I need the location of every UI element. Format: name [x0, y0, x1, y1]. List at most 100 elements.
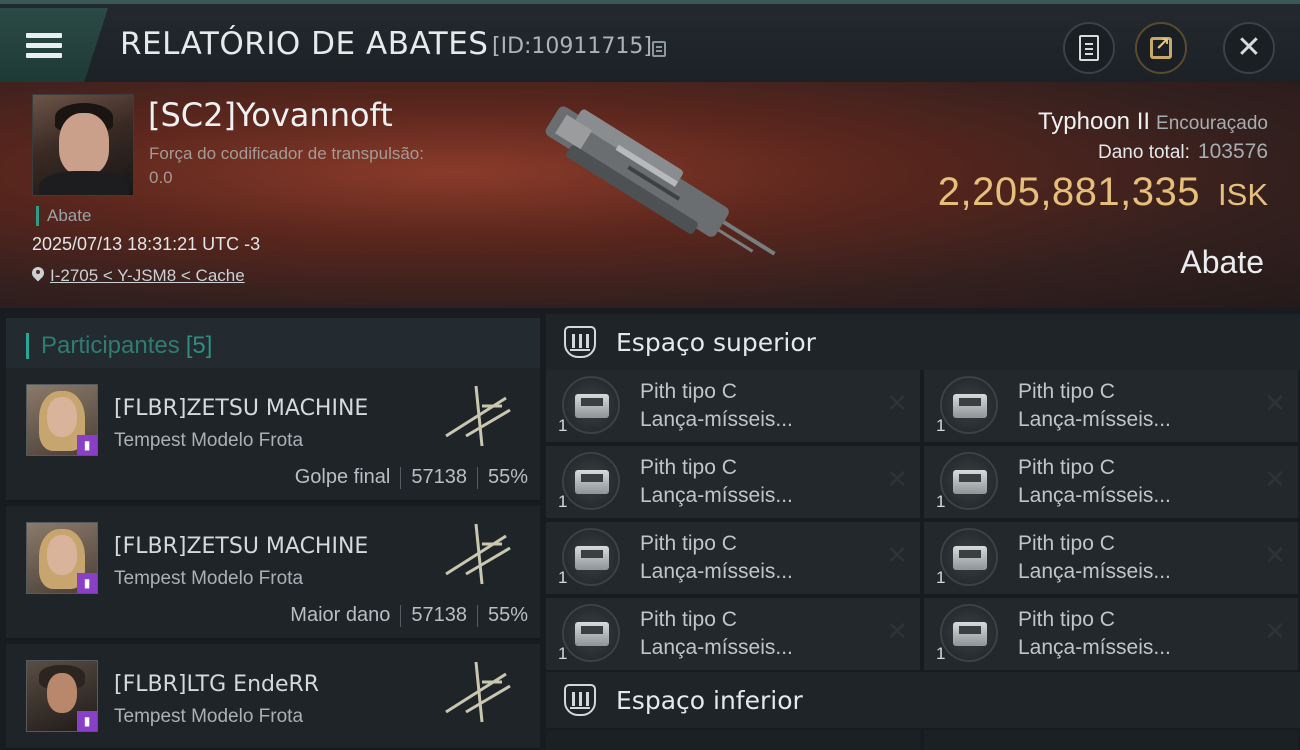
module-slot[interactable]: 1 Pith tipo C Lança-mísseis... ✕	[924, 598, 1298, 670]
close-icon: ✕	[1236, 31, 1262, 64]
module-name: Pith tipo C	[1018, 456, 1115, 479]
module-name: Pith tipo C	[640, 380, 737, 403]
damage-total: Dano total: 103576	[1098, 140, 1268, 164]
participant-ship: Tempest Modelo Frota	[114, 430, 304, 451]
x-icon: ✕	[886, 540, 908, 570]
module-icon	[940, 528, 998, 586]
share-button[interactable]	[1135, 22, 1187, 74]
participant-avatar[interactable]: ▮	[26, 384, 98, 456]
module-name: Pith tipo C	[640, 608, 737, 631]
module-qty: 1	[936, 644, 946, 663]
module-slot[interactable]: 1 Pith tipo C Lança-mísseis... ✕	[924, 522, 1298, 594]
location-link[interactable]: I-2705 < Y-JSM8 < Cache	[50, 266, 245, 285]
module-slot[interactable]	[546, 730, 920, 750]
module-icon	[562, 528, 620, 586]
participant-damage: 57138	[411, 466, 467, 488]
module-slot[interactable]: 1 Pith tipo C Lança-mísseis... ✕	[924, 370, 1298, 442]
module-name: Pith tipo C	[640, 456, 737, 479]
isk-value: 2,205,881,335	[937, 170, 1201, 214]
participant-card[interactable]: ▮ [FLBR]ZETSU MACHINE Tempest Modelo Fro…	[6, 506, 540, 640]
x-icon: ✕	[886, 464, 908, 494]
copy-icon[interactable]	[652, 41, 666, 57]
module-icon	[562, 452, 620, 510]
module-icon	[940, 604, 998, 662]
module-icon	[562, 604, 620, 662]
shield-slot-icon	[564, 684, 596, 716]
module-qty: 1	[936, 492, 946, 511]
report-id: [ID:10911715]	[492, 34, 652, 59]
header-bar: RELATÓRIO DE ABATES [ID:10911715] ✕	[0, 0, 1300, 82]
close-button[interactable]: ✕	[1223, 22, 1275, 74]
rank-badge-icon: ▮	[77, 435, 97, 455]
damage-value: 103576	[1197, 140, 1268, 163]
battleship-image	[545, 106, 776, 256]
transpulse-label: Força do codificador de transpulsão:	[149, 144, 424, 163]
module-type: Lança-mísseis...	[640, 408, 793, 431]
module-icon	[940, 376, 998, 434]
participant-name: [FLBR]LTG EndeRR	[114, 672, 320, 697]
module-slot[interactable]: 1 Pith tipo C Lança-mísseis... ✕	[546, 370, 920, 442]
module-name: Pith tipo C	[640, 532, 737, 555]
participant-name: [FLBR]ZETSU MACHINE	[114, 534, 369, 559]
module-name: Pith tipo C	[1018, 608, 1115, 631]
module-type: Lança-mísseis...	[640, 484, 793, 507]
participant-card[interactable]: ▮ [FLBR]ZETSU MACHINE Tempest Modelo Fro…	[6, 368, 540, 502]
transpulse-value: 0.0	[149, 168, 173, 187]
clipboard-button[interactable]	[1063, 22, 1115, 74]
participant-name: [FLBR]ZETSU MACHINE	[114, 396, 369, 421]
module-slot[interactable]: 1 Pith tipo C Lança-mísseis... ✕	[546, 522, 920, 594]
upper-slots-header: Espaço superior	[546, 314, 1300, 370]
module-icon	[562, 376, 620, 434]
ship-icon	[445, 523, 511, 585]
module-qty: 1	[558, 644, 568, 663]
upper-slots-title: Espaço superior	[616, 327, 816, 357]
isk-loss: 2,205,881,335 ISK	[938, 170, 1268, 215]
module-qty: 1	[936, 568, 946, 587]
participant-ship: Tempest Modelo Frota	[114, 706, 304, 727]
victim-ship[interactable]: Typhoon II Encouraçado	[1038, 108, 1268, 136]
module-slot[interactable]: 1 Pith tipo C Lança-mísseis... ✕	[546, 598, 920, 670]
participant-stats: Golpe final 57138 55%	[295, 466, 528, 489]
victim-portrait[interactable]	[32, 94, 134, 196]
module-icon	[940, 452, 998, 510]
participant-damage: 57138	[411, 604, 467, 626]
lower-slots-header: Espaço inferior	[546, 672, 1300, 728]
ship-icon	[445, 385, 511, 447]
ship-class: Encouraçado	[1156, 113, 1268, 134]
fitting-panel: Espaço superior 1 Pith tipo C Lança-míss…	[540, 308, 1300, 750]
participant-ship: Tempest Modelo Frota	[114, 568, 304, 589]
participant-role: Maior dano	[290, 604, 391, 626]
participant-card[interactable]: ▮ [FLBR]LTG EndeRR Tempest Modelo Frota	[6, 644, 540, 750]
module-name: Pith tipo C	[1018, 532, 1115, 555]
module-slot[interactable]: 1 Pith tipo C Lança-mísseis... ✕	[924, 446, 1298, 518]
participants-panel: Participantes [5] ▮ [FLBR]ZETSU MACHINE …	[0, 308, 540, 750]
damage-label: Dano total:	[1098, 142, 1190, 163]
module-slot[interactable]: 1 Pith tipo C Lança-mísseis... ✕	[546, 446, 920, 518]
participant-percent: 55%	[487, 604, 528, 626]
x-icon: ✕	[1264, 464, 1286, 494]
menu-button[interactable]	[0, 8, 108, 82]
module-type: Lança-mísseis...	[1018, 560, 1171, 583]
page-title: RELATÓRIO DE ABATES	[120, 26, 489, 62]
participant-stats: Maior dano 57138 55%	[290, 604, 528, 627]
x-icon: ✕	[1264, 388, 1286, 418]
module-type: Lança-mísseis...	[1018, 636, 1171, 659]
module-slot[interactable]	[924, 730, 1298, 750]
rank-badge-icon: ▮	[77, 573, 97, 593]
participant-avatar[interactable]: ▮	[26, 522, 98, 594]
module-qty: 1	[558, 568, 568, 587]
participant-avatar[interactable]: ▮	[26, 660, 98, 732]
participants-label: Participantes	[41, 332, 180, 359]
participants-header[interactable]: Participantes [5]	[6, 318, 540, 374]
module-type: Lança-mísseis...	[1018, 408, 1171, 431]
participants-count: [5]	[185, 332, 213, 359]
kill-location[interactable]: I-2705 < Y-JSM8 < Cache	[32, 266, 245, 286]
kill-tag: Abate	[36, 206, 91, 226]
module-type: Lança-mísseis...	[1018, 484, 1171, 507]
participant-percent: 55%	[487, 466, 528, 488]
victim-name[interactable]: [SC2]Yovannoft	[148, 96, 393, 134]
participant-role: Golpe final	[294, 466, 391, 488]
module-qty: 1	[936, 416, 946, 435]
share-icon	[1150, 34, 1172, 59]
module-qty: 1	[558, 492, 568, 511]
